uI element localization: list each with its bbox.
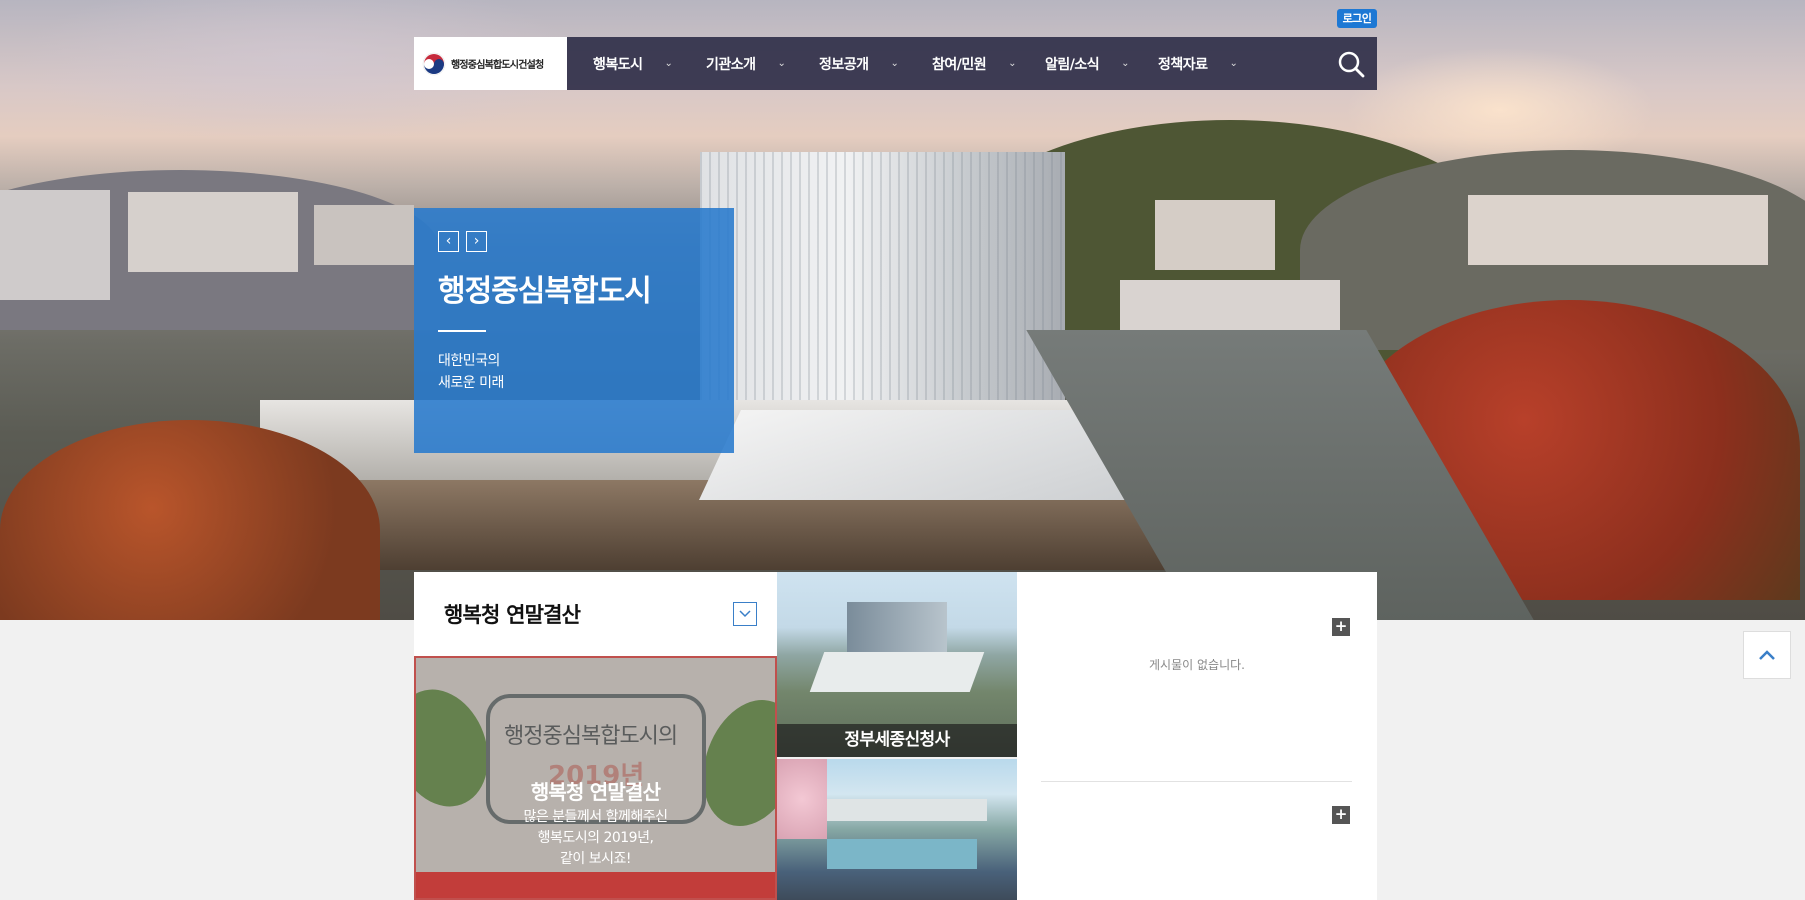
- banner-bottom-strip: [416, 872, 775, 898]
- chevron-down-icon: ⌄: [1229, 58, 1238, 69]
- desc-line: 행복도시의 2019년,: [537, 830, 654, 846]
- menu-label: 정보공개: [819, 56, 869, 73]
- menu-label: 기관소개: [706, 56, 756, 73]
- menu-label: 행복도시: [593, 56, 643, 73]
- banner-title: 행복청 연말결산: [530, 780, 661, 804]
- desc-line: 많은 분들께서 함께해주신: [523, 809, 668, 825]
- chevron-down-icon: ⌄: [777, 58, 786, 69]
- board-panel: + 게시물이 없습니다. +: [1017, 572, 1377, 900]
- empty-message: 게시물이 없습니다.: [1149, 658, 1245, 672]
- hero-banner: [0, 0, 1805, 620]
- blossom-graphic: [777, 759, 827, 839]
- subtitle-line: 대한민국의: [438, 353, 500, 369]
- taegeuk-emblem-icon: [422, 52, 446, 75]
- photo-caption: 정부세종신청사: [777, 724, 1017, 757]
- building-graphic: [809, 652, 985, 692]
- slide-controls: ‹ ›: [438, 230, 710, 252]
- building-graphic: [807, 799, 987, 821]
- chevron-down-icon: ⌄: [890, 58, 899, 69]
- chevron-up-icon: [1759, 650, 1775, 660]
- banner-caption: 행복청 연말결산 많은 분들께서 함께해주신 행복도시의 2019년, 같이 보…: [416, 776, 775, 870]
- divider: [1041, 781, 1352, 782]
- menu-item-policy[interactable]: 정책자료 ⌄: [1146, 54, 1259, 74]
- menu-item-news[interactable]: 알림/소식 ⌄: [1033, 54, 1146, 74]
- slide-title: 행정중심복합도시: [438, 274, 652, 309]
- menu-item-participation[interactable]: 참여/민원 ⌄: [920, 54, 1033, 74]
- year-end-banner[interactable]: 행정중심복합도시의 2019년 행복청 연말결산 많은 분들께서 함께해주신 행…: [414, 656, 777, 900]
- main-nav: 행정중심복합도시건설청 행복도시 ⌄ 기관소개 ⌄ 정보공개 ⌄ 참여/민원 ⌄…: [414, 37, 1377, 90]
- site-logo[interactable]: 행정중심복합도시건설청: [414, 37, 567, 90]
- menu-label: 정책자료: [1158, 56, 1208, 73]
- fountain-graphic: [827, 839, 977, 869]
- logo-text: 행정중심복합도시건설청: [451, 60, 544, 71]
- menu-bar: 행복도시 ⌄ 기관소개 ⌄ 정보공개 ⌄ 참여/민원 ⌄ 알림/소식 ⌄ 정책자…: [581, 54, 1259, 74]
- prev-slide-button[interactable]: ‹: [438, 231, 459, 252]
- year-end-panel: 행복청 연말결산 행정중심복합도시의 2019년 행복청 연말결산 많은 분들께…: [414, 572, 777, 900]
- panel-title: 행복청 연말결산: [444, 603, 581, 627]
- photo-government-complex[interactable]: 정부세종신청사: [777, 572, 1017, 757]
- banner-desc: 많은 분들께서 함께해주신 행복도시의 2019년, 같이 보시죠!: [416, 807, 775, 870]
- chevron-down-icon: ⌄: [1008, 58, 1017, 69]
- next-slide-button[interactable]: ›: [466, 231, 488, 252]
- panel-header: 행복청 연말결산: [414, 572, 777, 656]
- subtitle-line: 새로운 미래: [438, 375, 504, 391]
- chevron-down-icon: ⌄: [664, 58, 673, 69]
- chevron-down-icon: ⌄: [1121, 58, 1130, 69]
- more-button[interactable]: +: [1332, 806, 1350, 824]
- scroll-top-button[interactable]: [1743, 631, 1791, 679]
- hero-slide-card: ‹ › 행정중심복합도시 대한민국의 새로운 미래: [414, 208, 734, 453]
- chevron-down-icon: [739, 610, 751, 618]
- search-icon[interactable]: [1337, 50, 1365, 78]
- slide-divider: [438, 330, 486, 332]
- login-button[interactable]: 로그인: [1337, 9, 1377, 28]
- menu-label: 참여/민원: [932, 56, 987, 73]
- menu-label: 알림/소식: [1045, 56, 1100, 73]
- dropdown-button[interactable]: [733, 602, 757, 626]
- desc-line: 같이 보시죠!: [560, 851, 631, 867]
- menu-item-about[interactable]: 기관소개 ⌄: [694, 54, 807, 74]
- photo-plaza[interactable]: [777, 759, 1017, 900]
- more-button[interactable]: +: [1332, 618, 1350, 636]
- slide-subtitle: 대한민국의 새로운 미래: [438, 350, 710, 394]
- menu-item-disclosure[interactable]: 정보공개 ⌄: [807, 54, 920, 74]
- menu-item-happy-city[interactable]: 행복도시 ⌄: [581, 54, 694, 74]
